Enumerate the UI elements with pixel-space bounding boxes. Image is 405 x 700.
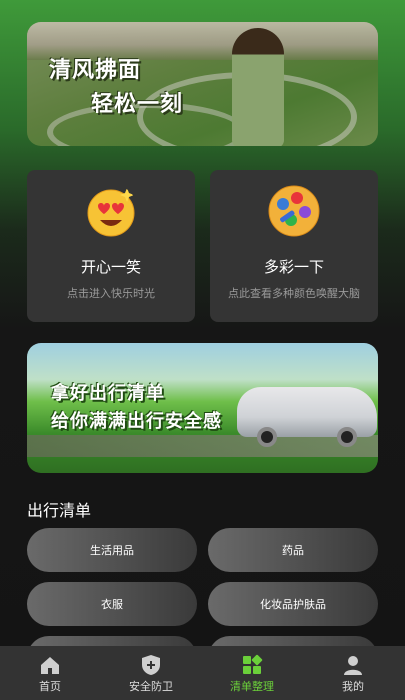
card-colorful[interactable]: 多彩一下 点此查看多种颜色唤醒大脑 (210, 170, 378, 322)
banner-person-image (232, 28, 284, 146)
tab-safety[interactable]: 安全防卫 (111, 646, 191, 700)
tab-mine[interactable]: 我的 (313, 646, 393, 700)
checklist-item-daily-goods[interactable]: 生活用品 (27, 528, 197, 572)
tab-label: 安全防卫 (129, 680, 173, 693)
travel-checklist-banner[interactable]: 拿好出行清单 给你满满出行安全感 (27, 343, 378, 473)
tab-checklist[interactable]: 清单整理 (212, 646, 292, 700)
mid-banner-line1: 拿好出行清单 (51, 383, 165, 404)
bottom-tab-bar: 首页 安全防卫 清单整理 我的 (0, 646, 405, 700)
checklist-item-cosmetics[interactable]: 化妆品护肤品 (208, 582, 378, 626)
card-title: 多彩一下 (263, 258, 324, 276)
section-title: 出行清单 (27, 501, 92, 520)
user-icon (344, 656, 362, 675)
car-wheel-front (257, 427, 277, 447)
grid-blocks-icon (243, 654, 263, 674)
card-happy-laugh[interactable]: 开心一笑 点击进入快乐时光 (27, 170, 195, 322)
home-icon (41, 657, 59, 674)
checklist-item-clothes[interactable]: 衣服 (27, 582, 197, 626)
banner-road (27, 435, 378, 457)
shield-plus-icon (142, 655, 160, 675)
card-title: 开心一笑 (80, 258, 141, 276)
tab-label: 我的 (342, 680, 364, 693)
card-subtitle: 点此查看多种颜色唤醒大脑 (228, 287, 360, 300)
top-banner-line1: 清风拂面 (49, 58, 142, 83)
smile-heart-eyes-icon (87, 188, 135, 237)
top-banner[interactable]: 清风拂面 轻松一刻 (27, 22, 378, 146)
top-banner-line2: 轻松一刻 (91, 92, 184, 117)
checklist-item-medicine[interactable]: 药品 (208, 528, 378, 572)
tab-label: 首页 (39, 680, 61, 693)
card-subtitle: 点击进入快乐时光 (67, 287, 155, 300)
mid-banner-line2: 给你满满出行安全感 (51, 411, 222, 432)
car-wheel-rear (337, 427, 357, 447)
tab-label: 清单整理 (230, 680, 274, 693)
color-palette-icon (268, 185, 320, 237)
tab-home[interactable]: 首页 (10, 646, 90, 700)
banner-car-image (237, 387, 377, 437)
